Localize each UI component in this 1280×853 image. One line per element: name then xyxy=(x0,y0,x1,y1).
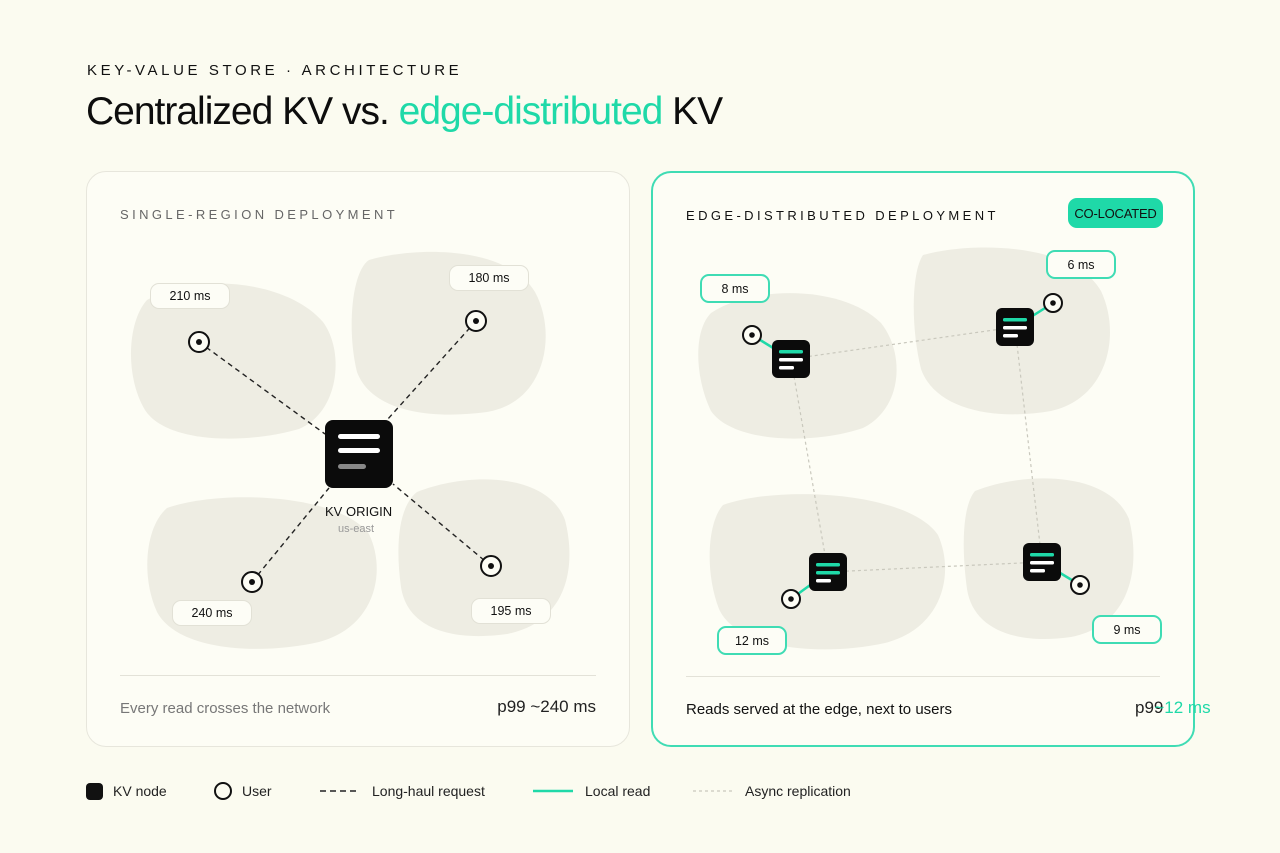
latency-label: 12 ms xyxy=(717,626,787,655)
title-accent: edge-distributed xyxy=(398,90,664,133)
edge-distributed-panel: EDGE-DISTRIBUTED DEPLOYMENT CO-LOCATED 8… xyxy=(651,171,1211,747)
legend-item: Async replication xyxy=(693,780,851,802)
legend-label: Async replication xyxy=(745,783,851,799)
latency-label: 8 ms xyxy=(700,274,770,303)
footer-text: Reads served at the edge, next to users xyxy=(686,701,952,718)
legend-label: Long-haul request xyxy=(372,783,485,799)
local-read-line-icon xyxy=(533,789,573,793)
latency-label: 195 ms xyxy=(471,598,551,624)
kv-origin-region: us-east xyxy=(338,523,375,535)
latency-label: 6 ms xyxy=(1046,250,1116,279)
latency-label: 240 ms xyxy=(172,600,252,626)
latency-label: 210 ms xyxy=(150,283,230,309)
single-region-diagram xyxy=(130,251,570,649)
legend-label: User xyxy=(242,783,272,799)
latency-label: 9 ms xyxy=(1092,615,1162,644)
legend-item: User xyxy=(214,780,272,802)
eyebrow: KEY-VALUE STORE · ARCHITECTURE xyxy=(87,62,463,79)
footer-metric-value: ~12 ms xyxy=(1154,698,1211,717)
legend-item: KV node xyxy=(86,780,167,802)
divider xyxy=(686,676,1160,677)
title-post: KV xyxy=(662,90,723,133)
footer-metric: p99~12 ms xyxy=(1135,698,1211,718)
legend: KV node User Long-haul request Local rea… xyxy=(0,780,1280,804)
footer-text: Every read crosses the network xyxy=(120,700,331,717)
region-blob xyxy=(147,497,377,649)
user-icon xyxy=(214,782,232,800)
kv-origin-node xyxy=(325,420,393,488)
long-haul-line-icon xyxy=(320,790,360,792)
kv-node-icon xyxy=(325,420,393,488)
async-replication-line-icon xyxy=(693,790,733,792)
legend-item: Local read xyxy=(533,780,650,802)
legend-label: Local read xyxy=(585,783,651,799)
title-pre: Centralized KV vs. xyxy=(86,90,399,133)
kv-node-icon xyxy=(86,782,103,800)
page-title: Centralized KV vs. edge-distributed KV xyxy=(86,90,723,134)
latency-label: 180 ms xyxy=(449,265,529,291)
kv-origin-label: KV ORIGIN xyxy=(325,504,393,519)
divider xyxy=(120,675,596,676)
footer-metric: p99 ~240 ms xyxy=(497,697,596,716)
legend-label: KV node xyxy=(113,783,167,799)
single-region-panel: SINGLE-REGION DEPLOYMENT 210 ms 180 ms 2… xyxy=(86,171,630,747)
legend-item: Long-haul request xyxy=(320,780,485,802)
